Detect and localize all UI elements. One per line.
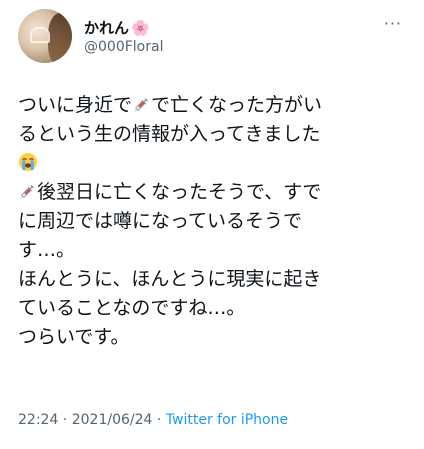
tweet-source-link[interactable]: Twitter for iPhone (166, 412, 288, 428)
display-name[interactable]: かれん 🌸 (84, 17, 150, 38)
tweet-text: ついに身近で で亡くなった方がい るという生の情報が入ってきました 後翌日に亡くな… (18, 91, 408, 352)
avatar-hair (48, 13, 72, 63)
tweet-text-line: で亡くなった方がい (151, 94, 323, 116)
avatar[interactable] (18, 9, 72, 63)
tweet-text-line: るという生の情報が入ってきました (18, 123, 321, 145)
syringe-icon (20, 185, 34, 199)
cherry-blossom-icon: 🌸 (131, 19, 150, 37)
tweet-meta: 22:24 · 2021/06/24 · Twitter for iPhone (18, 412, 288, 428)
tweet-card: かれん 🌸 @000Floral ··· ついに身近で で亡くなった方がい るという… (0, 0, 424, 449)
display-name-text: かれん (84, 19, 130, 37)
tweet-text-line: ほんとうに、ほんとうに現実に起き (18, 268, 322, 290)
tweet-text-line: 後翌日に亡くなったそうで、すで (37, 181, 322, 203)
tweet-text-line: つらいです。 (18, 326, 130, 348)
tweet-text-line: す…。 (18, 239, 76, 261)
meta-separator: · (58, 412, 72, 428)
tweet-date[interactable]: 2021/06/24 (72, 412, 153, 428)
meta-separator: · (152, 412, 166, 428)
avatar-heart-hands (30, 27, 50, 43)
tweet-text-line: ていることなのですね…。 (18, 297, 246, 319)
more-options-button[interactable]: ··· (384, 14, 402, 33)
syringe-icon (134, 98, 149, 112)
tweet-text-line: に周辺では噂になっているそうで (18, 210, 303, 232)
tweet-text-line: ついに身近で (18, 94, 133, 116)
user-handle[interactable]: @000Floral (84, 39, 163, 55)
loudly-crying-face-icon (19, 153, 37, 171)
tweet-time[interactable]: 22:24 (18, 412, 58, 428)
